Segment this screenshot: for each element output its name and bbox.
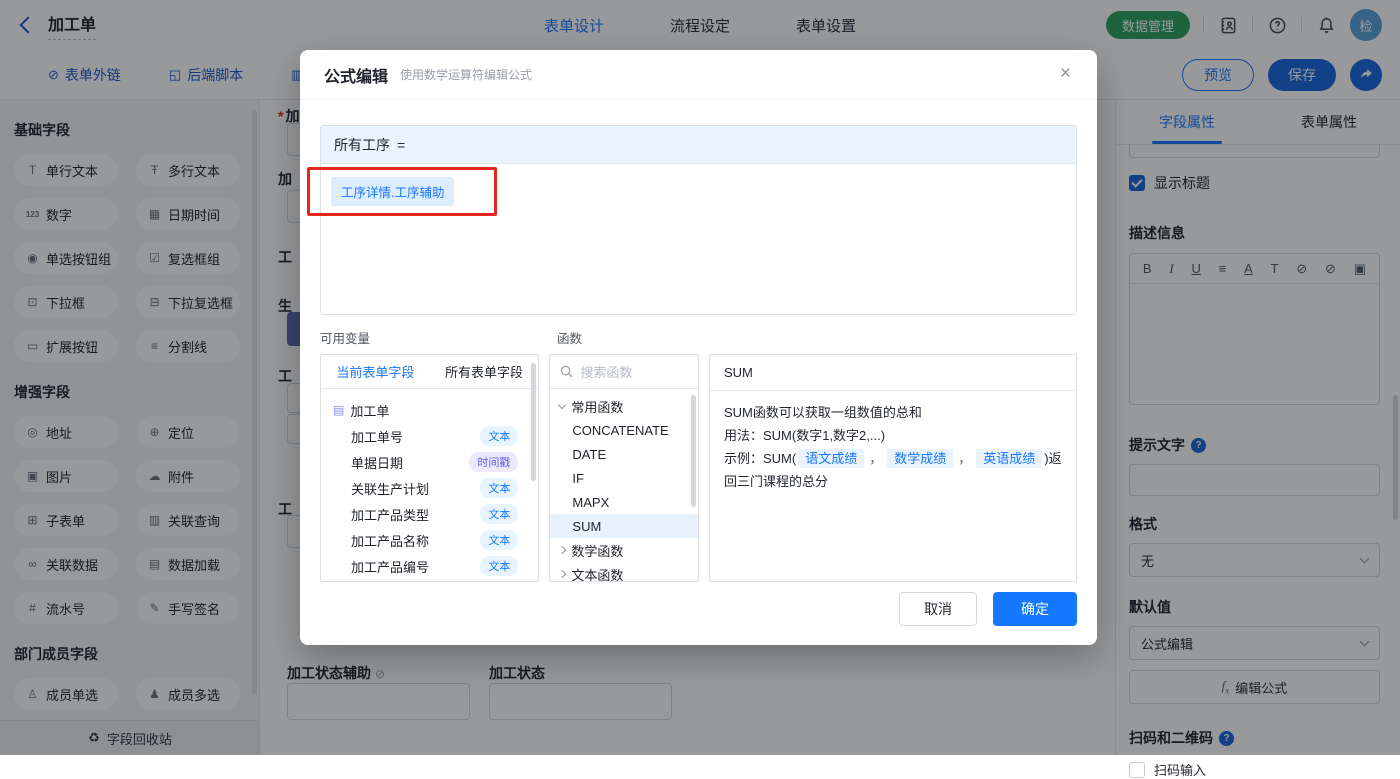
cancel-button[interactable]: 取消 [899, 592, 977, 626]
function-item[interactable]: CONCATENATE [550, 418, 698, 442]
variable-name: 加工产品类型 [351, 507, 430, 523]
variable-name: 加工产品名称 [351, 533, 430, 549]
chevron-right-icon [558, 545, 567, 555]
variables-tab[interactable]: 所有表单字段 [430, 355, 539, 388]
modal-subtitle: 使用数学运算符编辑公式 [400, 68, 533, 82]
variable-type-badge: 文本 [480, 556, 519, 576]
variable-row[interactable]: 关联生产计划 文本 [321, 475, 538, 501]
variable-type-badge: 文本 [480, 478, 519, 498]
variables-tab[interactable]: 当前表单字段 [321, 355, 430, 388]
functions-panel: 搜索函数 常用函数 CONCATENATE DATE IF MAPX SUM 数学函数 文本函… [549, 354, 699, 582]
close-icon[interactable]: × [1060, 64, 1071, 83]
example-separator: ， [958, 451, 972, 466]
variables-form-node[interactable]: ▤ 加工单 [321, 397, 538, 423]
function-item[interactable]: MAPX [550, 490, 698, 514]
function-item[interactable]: IF [550, 466, 698, 490]
variable-row[interactable]: 加工产品名称 文本 [321, 527, 538, 553]
function-group[interactable]: 文本函数 [550, 562, 698, 581]
chevron-right-icon [558, 569, 567, 579]
function-group[interactable]: 常用函数 [550, 394, 698, 418]
variable-row[interactable]: 加工产品类型 文本 [321, 501, 538, 527]
confirm-button[interactable]: 确定 [993, 592, 1077, 626]
search-placeholder: 搜索函数 [580, 365, 633, 380]
variable-name: 单据日期 [351, 455, 404, 471]
example-tag: 语文成绩 [798, 449, 865, 468]
function-item[interactable]: DATE [550, 442, 698, 466]
variable-name: 加工产品编号 [351, 559, 430, 575]
formula-target-row: 所有工序 = [321, 126, 1076, 164]
formula-expression-area[interactable]: 工序详情.工序辅助 [321, 164, 1076, 314]
variables-panel: 当前表单字段 所有表单字段 ▤ 加工单 加工单号 文本 单据日期 时间戳 关联生产计划 文本 加工… [320, 354, 540, 582]
doc-line-1: SUM函数可以获取一组数值的总和 [724, 405, 922, 420]
formula-variable-tag[interactable]: 工序详情.工序辅助 [331, 177, 455, 206]
doc-line-2: 用法：SUM(数字1,数字2,...) [724, 428, 886, 443]
function-doc-panel: SUM SUM函数可以获取一组数值的总和 用法：SUM(数字1,数字2,...)… [709, 354, 1077, 582]
function-search-input[interactable]: 搜索函数 [550, 355, 698, 389]
variables-scrollbar[interactable] [531, 363, 537, 481]
doc-line-3: 示例：SUM(语文成绩，数学成绩，英语成绩)返回三门课程的总分 [724, 449, 1062, 489]
function-group[interactable]: 数学函数 [550, 538, 698, 562]
functions-scrollbar[interactable] [691, 395, 696, 507]
search-icon [561, 365, 573, 378]
formula-modal: 公式编辑 使用数学运算符编辑公式 × 所有工序 = 工序详情.工序辅助 可用变量… [300, 50, 1097, 645]
variable-type-badge: 文本 [480, 504, 519, 524]
variable-row[interactable]: 单据日期 时间戳 [321, 449, 538, 475]
example-separator: ， [869, 451, 883, 466]
variable-type-badge: 时间戳 [469, 452, 519, 472]
modal-title: 公式编辑 [324, 68, 389, 86]
file-icon: ▤ [333, 403, 345, 417]
formula-target: 所有工序 [334, 136, 390, 153]
formula-editor[interactable]: 所有工序 = 工序详情.工序辅助 [320, 125, 1077, 315]
example-tag: 英语成绩 [976, 449, 1043, 468]
scan-input-checkbox[interactable] [1129, 761, 1145, 778]
functions-label: 函数 [557, 332, 583, 346]
scan-input-label: 扫码输入 [1154, 763, 1207, 778]
variable-type-badge: 文本 [480, 530, 519, 550]
variable-row[interactable]: 加工产品编号 文本 [321, 553, 538, 579]
function-item[interactable]: SUM [550, 514, 698, 538]
variables-label: 可用变量 [320, 332, 371, 346]
variable-name: 加工单号 [351, 429, 404, 445]
chevron-down-icon [558, 400, 567, 409]
function-doc-title: SUM [710, 355, 1076, 391]
variable-row[interactable]: 加工单号 文本 [321, 423, 538, 449]
variable-type-badge: 文本 [480, 426, 519, 446]
example-tag: 数学成绩 [887, 449, 954, 468]
variable-name: 关联生产计划 [351, 481, 430, 497]
